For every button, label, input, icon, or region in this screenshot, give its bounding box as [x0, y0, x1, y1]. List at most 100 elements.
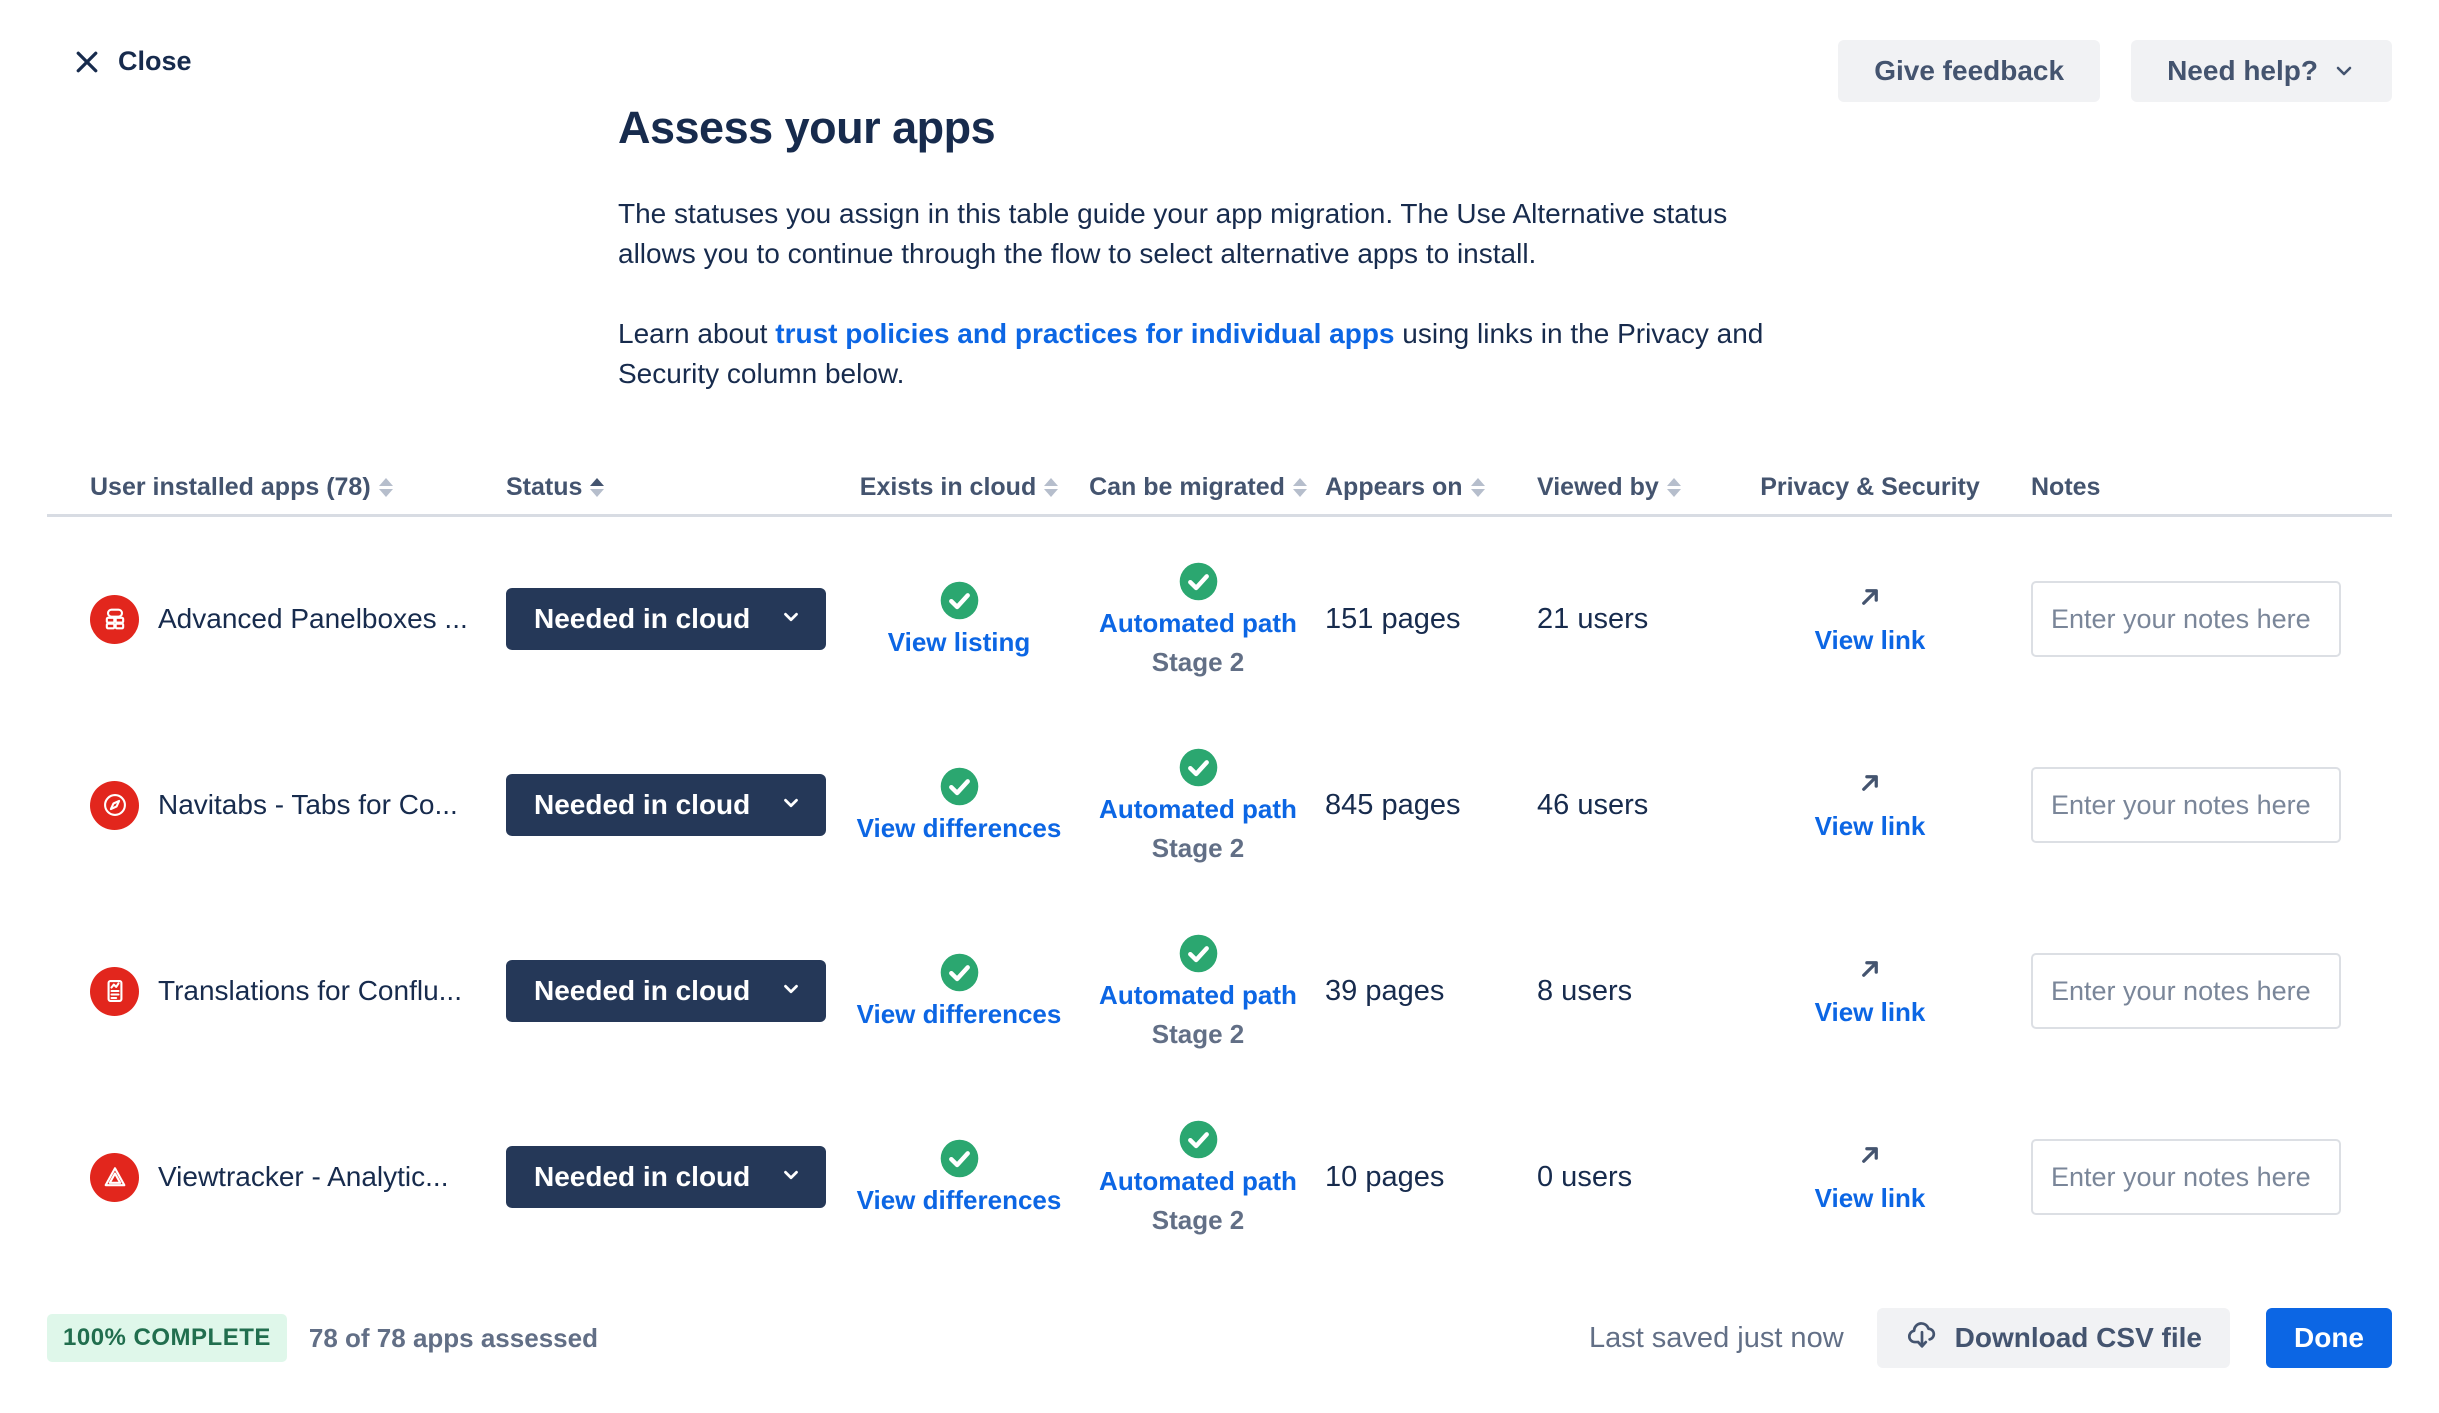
privacy-view-link[interactable]: View link — [1815, 997, 1926, 1028]
status-dropdown[interactable]: Needed in cloud — [506, 960, 826, 1022]
done-button[interactable]: Done — [2266, 1308, 2392, 1368]
chevron-down-icon — [780, 603, 802, 635]
can-be-migrated-cell: Automated path Stage 2 — [1081, 747, 1315, 864]
exists-link[interactable]: View listing — [888, 627, 1031, 658]
status-cell: Needed in cloud — [506, 774, 837, 836]
trust-policies-link[interactable]: trust policies and practices for individ… — [775, 318, 1394, 349]
app-cell: Translations for Conflu... — [47, 967, 506, 1016]
status-cell: Needed in cloud — [506, 588, 837, 650]
notes-input[interactable] — [2031, 1139, 2341, 1215]
chevron-down-icon — [780, 789, 802, 821]
table-row: Translations for Conflu... Needed in clo… — [47, 898, 2392, 1084]
privacy-view-link[interactable]: View link — [1815, 1183, 1926, 1214]
exists-link[interactable]: View differences — [857, 813, 1062, 844]
last-saved-text: Last saved just now — [1589, 1322, 1844, 1355]
assessed-count: 78 of 78 apps assessed — [309, 1323, 598, 1354]
column-header-exists-in-cloud[interactable]: Exists in cloud — [860, 473, 1058, 502]
download-csv-button[interactable]: Download CSV file — [1877, 1308, 2230, 1368]
column-header-viewed-by[interactable]: Viewed by — [1537, 473, 1681, 502]
viewed-by-cell: 46 users — [1527, 789, 1739, 822]
status-label: Needed in cloud — [534, 603, 750, 635]
check-circle-icon — [939, 1138, 980, 1179]
intro-paragraph: The statuses you assign in this table gu… — [618, 194, 1793, 274]
column-header-notes: Notes — [2031, 473, 2100, 502]
notes-cell — [2001, 953, 2392, 1029]
chevron-down-icon — [2332, 59, 2356, 83]
top-actions: Give feedback Need help? — [1838, 40, 2392, 102]
exists-link[interactable]: View differences — [857, 1185, 1062, 1216]
app-icon — [90, 967, 139, 1016]
status-cell: Needed in cloud — [506, 1146, 837, 1208]
close-button[interactable]: Close — [72, 46, 192, 77]
notes-input[interactable] — [2031, 767, 2341, 843]
status-label: Needed in cloud — [534, 789, 750, 821]
external-link-icon — [1855, 582, 1885, 617]
stage-label: Stage 2 — [1152, 647, 1245, 678]
external-link-icon — [1855, 954, 1885, 989]
column-header-appears-on[interactable]: Appears on — [1325, 473, 1485, 502]
need-help-label: Need help? — [2167, 55, 2318, 87]
apps-table: User installed apps (78) Status Exists i… — [47, 462, 2392, 1270]
stage-label: Stage 2 — [1152, 833, 1245, 864]
viewed-by-cell: 8 users — [1527, 975, 1739, 1008]
sort-icon — [379, 478, 393, 497]
learn-paragraph: Learn about trust policies and practices… — [618, 314, 1793, 394]
progress-badge: 100% COMPLETE — [47, 1314, 287, 1362]
need-help-button[interactable]: Need help? — [2131, 40, 2392, 102]
table-row: Viewtracker - Analytic... Needed in clou… — [47, 1084, 2392, 1270]
pages-count: 10 pages — [1325, 1161, 1444, 1193]
external-link-icon — [1855, 768, 1885, 803]
chevron-down-icon — [780, 1161, 802, 1193]
privacy-view-link[interactable]: View link — [1815, 811, 1926, 842]
check-circle-icon — [1178, 747, 1219, 788]
exists-in-cloud-cell: View differences — [837, 952, 1081, 1030]
status-cell: Needed in cloud — [506, 960, 837, 1022]
stage-label: Stage 2 — [1152, 1205, 1245, 1236]
privacy-view-link[interactable]: View link — [1815, 625, 1926, 656]
migrate-path-link[interactable]: Automated path — [1099, 1166, 1297, 1197]
column-header-can-be-migrated[interactable]: Can be migrated — [1089, 473, 1307, 502]
column-header-status[interactable]: Status — [506, 473, 604, 502]
appears-on-cell: 151 pages — [1315, 603, 1527, 636]
privacy-security-cell: View link — [1739, 582, 2001, 656]
give-feedback-button[interactable]: Give feedback — [1838, 40, 2100, 102]
migrate-path-link[interactable]: Automated path — [1099, 794, 1297, 825]
app-cell: Navitabs - Tabs for Co... — [47, 781, 506, 830]
status-dropdown[interactable]: Needed in cloud — [506, 588, 826, 650]
table-row: Advanced Panelboxes ... Needed in cloud … — [47, 526, 2392, 712]
notes-input[interactable] — [2031, 581, 2341, 657]
migrate-path-link[interactable]: Automated path — [1099, 980, 1297, 1011]
sort-icon — [1667, 478, 1681, 497]
check-circle-icon — [1178, 561, 1219, 602]
notes-input[interactable] — [2031, 953, 2341, 1029]
done-label: Done — [2294, 1322, 2364, 1353]
sort-icon — [1471, 478, 1485, 497]
notes-cell — [2001, 767, 2392, 843]
users-count: 46 users — [1537, 789, 1648, 821]
column-header-user-installed-apps-78[interactable]: User installed apps (78) — [90, 473, 393, 502]
status-dropdown[interactable]: Needed in cloud — [506, 1146, 826, 1208]
pages-count: 151 pages — [1325, 603, 1460, 635]
check-circle-icon — [939, 952, 980, 993]
app-cell: Viewtracker - Analytic... — [47, 1153, 506, 1202]
page-title: Assess your apps — [618, 102, 1793, 154]
privacy-security-cell: View link — [1739, 954, 2001, 1028]
footer: 100% COMPLETE 78 of 78 apps assessed Las… — [47, 1303, 2392, 1373]
privacy-security-cell: View link — [1739, 1140, 2001, 1214]
exists-in-cloud-cell: View differences — [837, 766, 1081, 844]
app-name: Viewtracker - Analytic... — [158, 1161, 448, 1193]
notes-cell — [2001, 1139, 2392, 1215]
status-label: Needed in cloud — [534, 975, 750, 1007]
users-count: 0 users — [1537, 1161, 1632, 1193]
close-icon — [72, 47, 102, 77]
table-header-row: User installed apps (78) Status Exists i… — [47, 462, 2392, 502]
status-dropdown[interactable]: Needed in cloud — [506, 774, 826, 836]
table-row: Navitabs - Tabs for Co... Needed in clou… — [47, 712, 2392, 898]
check-circle-icon — [1178, 933, 1219, 974]
check-circle-icon — [1178, 1119, 1219, 1160]
migrate-path-link[interactable]: Automated path — [1099, 608, 1297, 639]
app-icon — [90, 781, 139, 830]
sort-icon — [590, 478, 604, 497]
pages-count: 845 pages — [1325, 789, 1460, 821]
exists-link[interactable]: View differences — [857, 999, 1062, 1030]
